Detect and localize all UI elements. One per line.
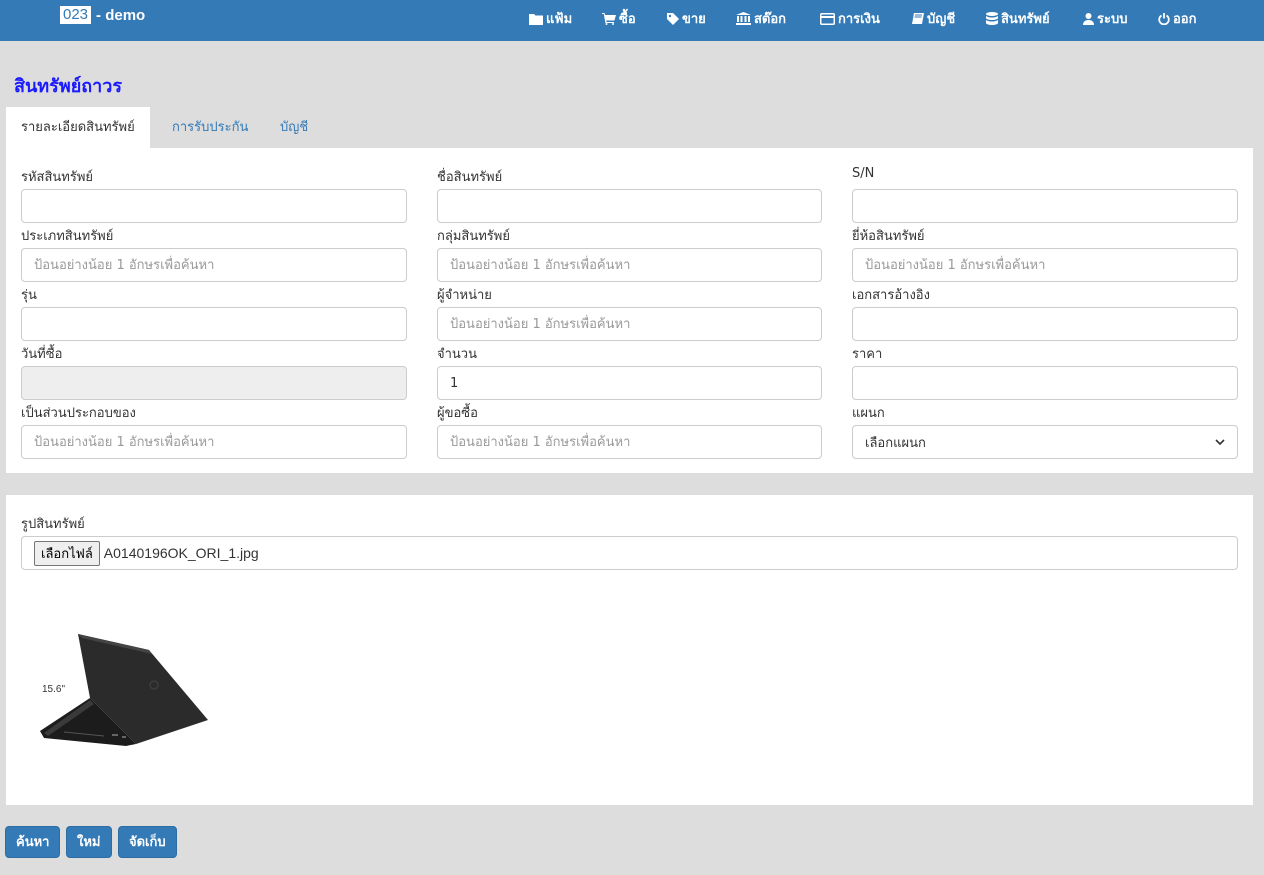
brand-input[interactable] [852, 248, 1238, 282]
department-select[interactable]: เลือกแผนก [852, 425, 1238, 459]
asset-type-label: ประเภทสินทรัพย์ [21, 229, 114, 244]
asset-image-label: รูปสินทรัพย์ [21, 517, 85, 532]
vendor-input[interactable] [437, 307, 822, 341]
tab-accounting[interactable]: บัญชี [280, 107, 308, 148]
menu-purchase-label: ซื้อ [619, 12, 636, 27]
file-input[interactable]: เลือกไฟล์ A0140196OK_ORI_1.jpg [21, 536, 1238, 570]
tab-asset-details[interactable]: รายละเอียดสินทรัพย์ [6, 107, 150, 148]
menu-finance[interactable]: การเงิน [820, 8, 880, 29]
reference-label: เอกสารอ้างอิง [852, 288, 930, 303]
asset-details-panel: รหัสสินทรัพย์ ชื่อสินทรัพย์ S/N ประเภทสิ… [6, 148, 1253, 473]
menu-stock-label: สต๊อก [754, 12, 787, 27]
menu-accounting-label: บัญชี [927, 12, 956, 27]
file-name: A0140196OK_ORI_1.jpg [103, 545, 259, 561]
bank-icon [736, 12, 751, 25]
department-label: แผนก [852, 406, 885, 421]
menu-system-label: ระบบ [1097, 12, 1128, 27]
price-label: ราคา [852, 347, 883, 362]
menu-stock[interactable]: สต๊อก [736, 8, 786, 29]
part-of-label: เป็นส่วนประกอบของ [21, 406, 136, 421]
menu-file[interactable]: แฟ้ม [529, 8, 572, 29]
book-icon [911, 12, 924, 25]
tab-warranty[interactable]: การรับประกัน [172, 107, 248, 148]
asset-image-panel: รูปสินทรัพย์ เลือกไฟล์ A0140196OK_ORI_1.… [6, 495, 1253, 805]
reference-input[interactable] [852, 307, 1238, 341]
database-icon [986, 12, 998, 25]
cart-icon [602, 12, 616, 25]
main-menu: แฟ้ม ซื้อ ขาย สต๊อก การเงิน บัญชี สินทรั… [0, 8, 1264, 28]
page-title: สินทรัพย์ถาวร [14, 76, 123, 97]
asset-group-label: กลุ่มสินทรัพย์ [437, 229, 510, 244]
new-button[interactable]: ใหม่ [66, 826, 112, 858]
menu-finance-label: การเงิน [838, 12, 880, 27]
asset-code-label: รหัสสินทรัพย์ [21, 170, 94, 185]
folder-icon [529, 13, 543, 25]
top-navbar: 023 - demo แฟ้ม ซื้อ ขาย สต๊อก การเงิน บ… [0, 0, 1264, 41]
menu-assets-label: สินทรัพย์ [1001, 12, 1050, 27]
purchase-date-input[interactable] [21, 366, 407, 400]
requester-input[interactable] [437, 425, 822, 459]
power-icon [1158, 12, 1170, 25]
serial-input[interactable] [852, 189, 1238, 223]
chevron-down-icon [1215, 435, 1225, 450]
user-icon [1083, 12, 1094, 25]
credit-card-icon [820, 12, 835, 25]
menu-sales[interactable]: ขาย [667, 8, 706, 29]
menu-sales-label: ขาย [682, 12, 706, 27]
purchase-date-label: วันที่ซื้อ [21, 347, 63, 362]
menu-logout[interactable]: ออก [1158, 8, 1197, 29]
brand-label: ยี่ห้อสินทรัพย์ [852, 229, 925, 244]
asset-name-input[interactable] [437, 189, 822, 223]
model-label: รุ่น [21, 288, 37, 303]
asset-code-input[interactable] [21, 189, 407, 223]
menu-logout-label: ออก [1173, 12, 1197, 27]
menu-accounting[interactable]: บัญชี [911, 8, 955, 29]
menu-assets[interactable]: สินทรัพย์ [986, 8, 1050, 29]
menu-purchase[interactable]: ซื้อ [602, 8, 636, 29]
price-input[interactable] [852, 366, 1238, 400]
quantity-input[interactable] [437, 366, 822, 400]
save-button[interactable]: จัดเก็บ [118, 826, 177, 858]
asset-name-label: ชื่อสินทรัพย์ [437, 170, 503, 185]
model-input[interactable] [21, 307, 407, 341]
tag-icon [667, 12, 679, 25]
quantity-label: จำนวน [437, 347, 477, 362]
vendor-label: ผู้จำหน่าย [437, 288, 492, 303]
screen-size-caption: 15.6" [42, 684, 66, 695]
menu-system[interactable]: ระบบ [1083, 8, 1127, 29]
requester-label: ผู้ขอซื้อ [437, 406, 478, 421]
menu-file-label: แฟ้ม [546, 12, 573, 27]
choose-file-button[interactable]: เลือกไฟล์ [34, 540, 100, 566]
serial-label: S/N [852, 166, 875, 181]
asset-group-input[interactable] [437, 248, 822, 282]
search-button[interactable]: ค้นหา [5, 826, 61, 858]
asset-type-input[interactable] [21, 248, 407, 282]
part-of-input[interactable] [21, 425, 407, 459]
department-selected: เลือกแผนก [865, 435, 926, 451]
